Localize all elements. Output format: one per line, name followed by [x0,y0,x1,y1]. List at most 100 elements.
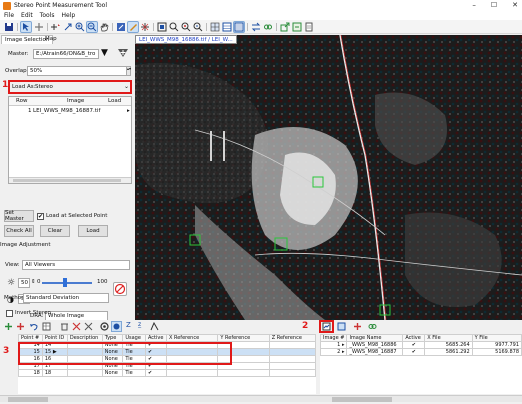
cell-desc[interactable] [66,369,103,377]
crosshair-icon[interactable] [140,22,150,32]
filter-icon[interactable]: ▼ [101,49,108,58]
col-y-file[interactable]: Y File [471,334,522,342]
minimize-button[interactable]: – [472,1,476,9]
list-view-icon[interactable] [233,21,245,33]
remove-all-icon[interactable] [72,322,81,331]
method-dropdown[interactable]: Standard Deviation [23,293,109,303]
list-item-load[interactable]: ▸ [127,108,130,114]
col-description[interactable]: Description [66,334,103,342]
expand-arrow-icon[interactable]: ▸ [342,342,345,348]
viewer-tab[interactable]: LEI_WWS_M98_16886.tif / LEI_W... [135,35,237,44]
list-scrollbar[interactable] [9,177,131,183]
pencil-icon[interactable] [127,21,139,33]
load-as-dropdown[interactable]: Stereo [35,84,53,90]
split-icon[interactable] [150,321,159,331]
z-adjust-icon[interactable]: z̲ [138,321,141,328]
cell-image-active[interactable]: ✔ [402,348,426,356]
measure-point-icon[interactable] [63,22,73,32]
tab-map[interactable]: Map [42,35,60,44]
edit-icon[interactable] [116,22,126,32]
check-all-button[interactable]: Check All [4,225,34,237]
col-type[interactable]: Type [101,334,124,342]
image-properties-icon[interactable] [322,322,331,331]
overlap-spin-arrows[interactable]: ▴▾ [126,66,131,76]
swap-images-icon[interactable] [251,22,261,32]
col-z-reference[interactable]: Z Reference [268,334,316,342]
col-y-reference[interactable]: Y Reference [217,334,270,342]
layer-icon[interactable] [111,321,122,332]
table-view-icon[interactable] [222,22,232,32]
table-row[interactable]: 2 ▸ _WWS_M98_16887 ✔ 5861.292 5169.878 [320,348,522,356]
menu-edit[interactable]: Edit [21,12,33,19]
points-table-scrollbar[interactable] [0,395,320,402]
master-dropdown[interactable]: E:/Atrain66/ON&B_tro [33,49,99,59]
stereo-anaglyph-image[interactable] [135,35,522,320]
set-master-button[interactable]: Set Master [4,210,34,222]
col-x-reference[interactable]: X Reference [165,334,219,342]
clear-button[interactable]: Clear [40,225,70,237]
col-x-file[interactable]: X File [424,334,473,342]
pan-hand-icon[interactable] [99,22,109,32]
link-images-icon[interactable] [368,322,377,331]
menu-file[interactable]: File [4,12,14,19]
add-point-icon[interactable] [4,322,13,331]
cell-active[interactable]: ✔ [144,369,167,377]
add-image-icon[interactable] [116,47,130,59]
export-icon[interactable] [280,22,290,32]
import-icon[interactable] [292,22,302,32]
clear-icon[interactable] [84,322,93,331]
brightness-spin[interactable]: ⇕ [31,279,36,285]
table-row[interactable]: 18 18 None Tie ✔ [18,369,316,377]
col-image[interactable]: Image [67,98,84,104]
report-icon[interactable] [304,22,314,32]
list-item[interactable]: 1 LEI_WWS_M98_16887.tif ▸ [9,107,131,115]
grid-icon[interactable] [210,22,220,32]
image-info-icon[interactable] [337,322,346,331]
delete-row-icon[interactable] [60,322,69,331]
col-image-name[interactable]: Image Name [346,334,404,342]
reset-adjustment-button[interactable] [113,282,127,296]
chevron-down-icon[interactable]: ⌄ [124,83,129,90]
brightness-input[interactable]: 50 [18,278,30,288]
zoom-to-point-icon[interactable] [181,22,191,32]
brightness-slider-handle[interactable] [63,278,67,287]
invert-stereo-checkbox[interactable] [6,310,13,317]
add-point-plus-icon[interactable] [51,22,61,32]
col-image-num[interactable]: Image # [320,334,348,342]
zoom-extent-icon[interactable] [169,22,179,32]
cell-usage[interactable]: Tie [122,369,146,377]
stereo-image-viewer[interactable] [135,35,522,320]
col-load[interactable]: Load [108,98,121,104]
add-point-icon[interactable] [34,22,44,32]
table-row[interactable]: 1 ▸ _WWS_M98_16886 ✔ 5685.264 9977.791 [320,341,522,349]
menu-tools[interactable]: Tools [40,12,55,19]
delete-point-icon[interactable] [16,322,25,331]
link-viewers-icon[interactable] [263,22,273,32]
z-axis-icon[interactable]: Z [126,321,131,329]
zoom-in-icon[interactable] [75,22,85,32]
overlap-spinbox[interactable]: 50% [27,66,127,76]
cell-type[interactable]: None [101,369,124,377]
close-button[interactable]: ✕ [512,1,518,9]
expand-arrow-icon[interactable]: ▸ [342,349,345,355]
zoom-out-icon[interactable] [86,21,98,33]
col-row[interactable]: Row [16,98,27,104]
load-selected-checkbox[interactable]: ✔ [37,213,44,220]
brightness-slider[interactable] [42,282,92,284]
select-pointer-icon[interactable] [20,21,32,33]
undo-icon[interactable] [29,322,38,331]
fit-view-icon[interactable] [157,22,167,32]
table-icon[interactable] [42,322,51,331]
col-usage[interactable]: Usage [122,334,146,342]
compute-icon[interactable] [100,322,109,331]
cell-id[interactable]: 18 [41,369,68,377]
load-button[interactable]: Load [78,225,108,237]
save-icon[interactable] [4,22,14,32]
menu-help[interactable]: Help [61,12,75,19]
col-active[interactable]: Active [144,334,167,342]
zoom-previous-icon[interactable] [193,22,203,32]
cell-image-active[interactable]: ✔ [402,341,426,349]
maximize-button[interactable]: ☐ [491,1,497,9]
remove-image-icon[interactable] [353,322,362,331]
images-table-scrollbar[interactable] [320,395,522,402]
